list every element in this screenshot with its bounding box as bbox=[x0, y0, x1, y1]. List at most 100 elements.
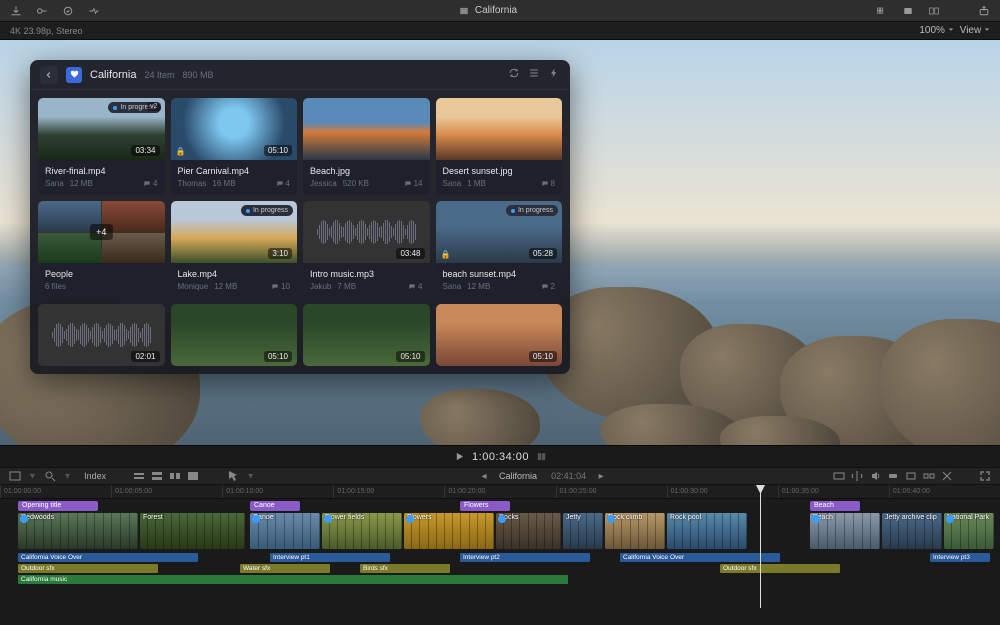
playhead[interactable] bbox=[760, 485, 761, 608]
tool-icon-b[interactable] bbox=[850, 470, 864, 482]
ruler-tick: 01:00:05:00 bbox=[111, 485, 222, 498]
timeline-marker[interactable]: Flowers bbox=[460, 501, 510, 511]
comments-count: 4 bbox=[143, 179, 157, 188]
library-card[interactable]: 03:48Intro music.mp3Jakub7 MB4 bbox=[303, 201, 430, 298]
format-spec: 4K 23.98p, Stereo bbox=[10, 26, 83, 36]
tl-layout-4[interactable] bbox=[186, 470, 200, 482]
view-menu[interactable]: View bbox=[960, 25, 990, 36]
audio-meter: ▮▮ bbox=[537, 451, 545, 462]
library-card[interactable]: 05:10🔒Pier Carnival.mp4Thomas16 MB4 bbox=[171, 98, 298, 195]
zoom-slider-icon[interactable] bbox=[43, 470, 57, 482]
timeline-marker[interactable]: Opening title bbox=[18, 501, 98, 511]
clip-author: Sana bbox=[45, 179, 64, 188]
audio-clip[interactable]: California Voice Over bbox=[18, 553, 198, 562]
refresh-icon[interactable] bbox=[508, 67, 520, 82]
library-card[interactable]: Desert sunset.jpgSana1 MB8 bbox=[436, 98, 563, 195]
keyword-icon[interactable] bbox=[34, 4, 50, 18]
clip-filesize: 520 KB bbox=[343, 179, 369, 188]
tl-layout-2[interactable] bbox=[150, 470, 164, 482]
skimming-icon[interactable] bbox=[904, 470, 918, 482]
solo-icon[interactable] bbox=[922, 470, 936, 482]
audio-clip[interactable]: Outdoor sfx bbox=[720, 564, 840, 573]
clip-thumbnail: 02:01 bbox=[38, 304, 165, 366]
library-card[interactable]: Beach.jpgJessica520 KB14 bbox=[303, 98, 430, 195]
timeline-clip[interactable]: Beach bbox=[810, 513, 880, 549]
library-card[interactable]: +4People6 files bbox=[38, 201, 165, 298]
layout-icon-1[interactable] bbox=[874, 4, 890, 18]
duration-label: 05:10 bbox=[264, 351, 292, 362]
library-card[interactable]: In progressv203:34River-final.mp4Sana12 … bbox=[38, 98, 165, 195]
import-icon[interactable] bbox=[8, 4, 24, 18]
timeline-marker[interactable]: Canoe bbox=[250, 501, 300, 511]
sync-dot-icon bbox=[946, 515, 954, 523]
clip-thumbnail: +4 bbox=[38, 201, 165, 263]
clip-thumbnail: In progressv203:34 bbox=[38, 98, 165, 160]
timeline-clip[interactable]: Rock climb bbox=[605, 513, 665, 549]
library-panel: California 24 Item 890 MB In progressv20… bbox=[30, 60, 570, 374]
library-card[interactable]: In progress05:28🔒beach sunset.mp4Sana12 … bbox=[436, 201, 563, 298]
timeline-clip[interactable]: Forest bbox=[140, 513, 245, 549]
panel-item-count: 24 Item bbox=[144, 70, 174, 80]
ingest-icon[interactable] bbox=[86, 4, 102, 18]
tool-icon-a[interactable] bbox=[832, 470, 846, 482]
audio-clip[interactable]: California music bbox=[18, 575, 568, 584]
share-icon[interactable] bbox=[976, 4, 992, 18]
clip-name: beach sunset.mp4 bbox=[443, 269, 556, 279]
library-card[interactable]: 05:10 bbox=[303, 304, 430, 366]
play-icon[interactable] bbox=[455, 452, 464, 461]
select-tool-icon[interactable] bbox=[226, 470, 240, 482]
library-card[interactable]: 05:10 bbox=[436, 304, 563, 366]
sync-dot-icon bbox=[607, 515, 615, 523]
lock-icon: 🔒 bbox=[441, 250, 451, 259]
clip-name: Beach.jpg bbox=[310, 166, 423, 176]
audio-icon[interactable] bbox=[868, 470, 882, 482]
comments-count: 10 bbox=[271, 282, 290, 291]
timeline-clip[interactable]: National Park bbox=[944, 513, 994, 549]
clip-filesize: 12 MB bbox=[467, 282, 490, 291]
back-button[interactable] bbox=[40, 66, 58, 84]
check-icon[interactable] bbox=[60, 4, 76, 18]
library-card[interactable]: 05:10 bbox=[171, 304, 298, 366]
ruler-tick: 01:00:10:00 bbox=[222, 485, 333, 498]
snap-icon[interactable] bbox=[886, 470, 900, 482]
audio-clip[interactable]: Interview pt3 bbox=[930, 553, 990, 562]
timeline-clip[interactable]: Rocks bbox=[496, 513, 561, 549]
clip-thumbnail: 03:48 bbox=[303, 201, 430, 263]
timeline-clip[interactable]: Flower fields bbox=[322, 513, 402, 549]
timeline-clip[interactable]: Redwoods bbox=[18, 513, 138, 549]
clip-author: Sana bbox=[443, 179, 462, 188]
timeline-clip[interactable]: Jetty archive clip bbox=[882, 513, 942, 549]
timeline-clip[interactable]: Flowers bbox=[404, 513, 494, 549]
ruler-tick: 01:00:35:00 bbox=[778, 485, 889, 498]
layout-icon-3[interactable] bbox=[926, 4, 942, 18]
audio-clip[interactable]: Interview pt1 bbox=[270, 553, 390, 562]
tl-layout-3[interactable] bbox=[168, 470, 182, 482]
audio-clip[interactable]: California Voice Over bbox=[620, 553, 780, 562]
timeline-marker[interactable]: Beach bbox=[810, 501, 860, 511]
timeline-ruler[interactable]: 01:00:00:0001:00:05:0001:00:10:0001:00:1… bbox=[0, 485, 1000, 499]
clip-label: Jetty bbox=[566, 514, 581, 521]
bolt-icon[interactable] bbox=[548, 67, 560, 82]
audio-clip[interactable]: Outdoor sfx bbox=[18, 564, 158, 573]
timeline-clip[interactable]: Canoe bbox=[250, 513, 320, 549]
trim-icon[interactable] bbox=[940, 470, 954, 482]
list-view-icon[interactable] bbox=[528, 67, 540, 82]
library-card[interactable]: In progress3:10Lake.mp4Monique12 MB10 bbox=[171, 201, 298, 298]
clip-thumbnail: In progress3:10 bbox=[171, 201, 298, 263]
audio-clip[interactable]: Water sfx bbox=[240, 564, 330, 573]
library-card[interactable]: 02:01 bbox=[38, 304, 165, 366]
audio-clip[interactable]: Interview pt2 bbox=[460, 553, 590, 562]
timeline-clip[interactable]: Jetty bbox=[563, 513, 603, 549]
timeline-clip[interactable]: Rock pool bbox=[667, 513, 747, 549]
index-button[interactable]: Index bbox=[84, 471, 106, 481]
zoom-level[interactable]: 100% bbox=[919, 25, 953, 36]
audio-clip[interactable]: Birds sfx bbox=[360, 564, 450, 573]
timeline[interactable]: Opening titleCanoeFlowersBeach RedwoodsF… bbox=[0, 499, 1000, 625]
next-edit-icon[interactable]: ▸ bbox=[594, 470, 608, 482]
prev-edit-icon[interactable]: ◂ bbox=[477, 470, 491, 482]
duration-label: 05:10 bbox=[396, 351, 424, 362]
fullscreen-icon[interactable] bbox=[978, 470, 992, 482]
tl-layout-1[interactable] bbox=[132, 470, 146, 482]
layout-icon-2[interactable] bbox=[900, 4, 916, 18]
clip-appearance-icon[interactable] bbox=[8, 470, 22, 482]
